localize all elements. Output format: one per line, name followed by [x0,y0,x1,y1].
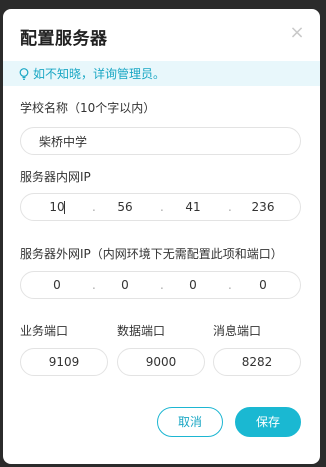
business-port-input[interactable]: 9109 [20,348,108,376]
intranet-ip-octet-4[interactable]: 236 [243,194,283,220]
intranet-ip-octet-2[interactable]: 56 [105,194,145,220]
ip-separator: . [160,278,164,292]
extranet-ip-label: 服务器外网IP（内网环境下无需配置此项和端口） [20,247,283,261]
intranet-ip-octet-3[interactable]: 41 [173,194,213,220]
extranet-ip-octet-3[interactable]: 0 [173,272,213,298]
cancel-button[interactable]: 取消 [157,407,223,437]
business-port-label: 业务端口 [20,324,69,338]
ip-separator: . [92,200,96,214]
intranet-ip-octet-1[interactable]: 10 [37,194,77,220]
data-port-input[interactable]: 9000 [117,348,205,376]
message-port-label: 消息端口 [213,324,262,338]
ip-separator: . [228,200,232,214]
extranet-ip-octet-4[interactable]: 0 [243,272,283,298]
school-name-value: 柴桥中学 [39,134,88,149]
ip-separator: . [228,278,232,292]
extranet-ip-octet-2[interactable]: 0 [105,272,145,298]
close-icon[interactable]: × [289,24,305,42]
school-name-label: 学校名称（10个字以内） [20,101,156,115]
extranet-ip-input: 0 . 0 . 0 . 0 [20,271,301,299]
ip-separator: . [160,200,164,214]
extranet-ip-octet-1[interactable]: 0 [37,272,77,298]
lightbulb-icon [19,67,29,80]
dialog-title: 配置服务器 [20,29,108,49]
save-button[interactable]: 保存 [235,407,301,437]
config-server-dialog: 配置服务器 × 如不知晓，详询管理员。 学校名称（10个字以内） 柴桥中学 服务… [3,9,320,464]
data-port-label: 数据端口 [117,324,166,338]
tip-banner: 如不知晓，详询管理员。 [3,61,320,86]
intranet-ip-input: 10 . 56 . 41 . 236 [20,193,301,221]
intranet-ip-label: 服务器内网IP [20,170,91,184]
ip-separator: . [92,278,96,292]
tip-text: 如不知晓，详询管理员。 [33,67,166,81]
message-port-input[interactable]: 8282 [213,348,301,376]
school-name-input[interactable]: 柴桥中学 [20,127,301,155]
